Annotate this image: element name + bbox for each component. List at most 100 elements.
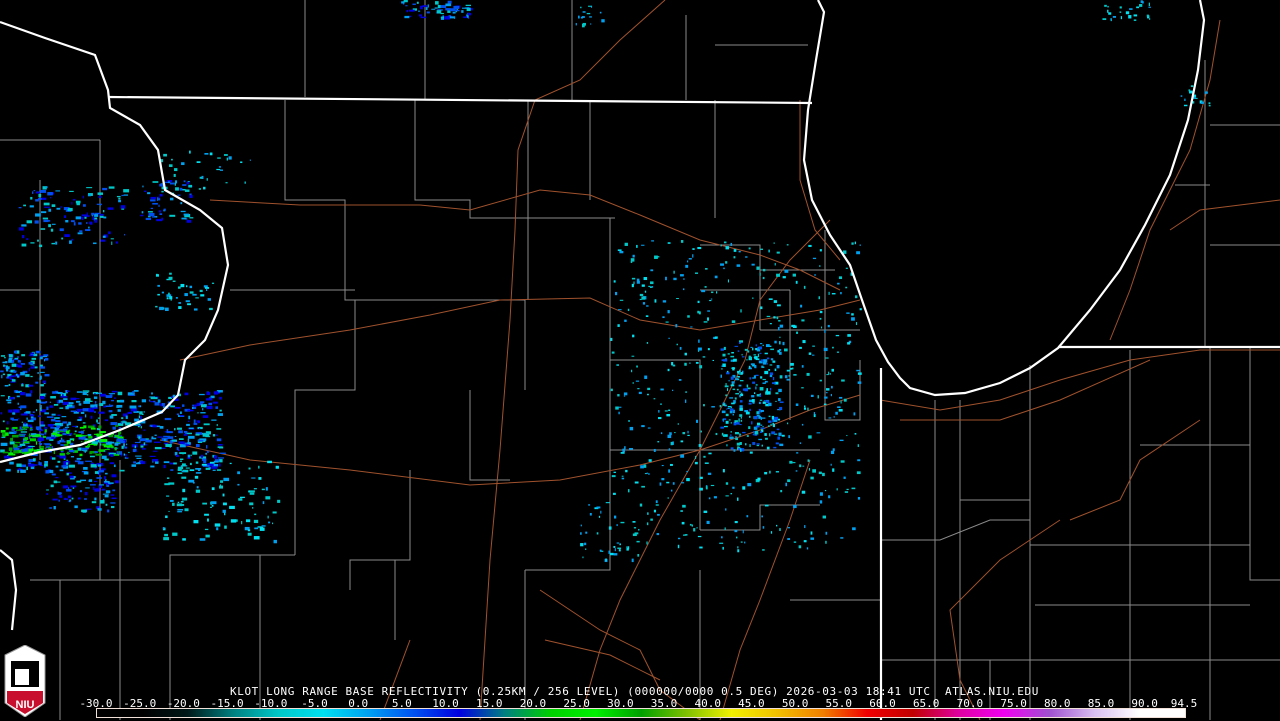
echo-pixel [68, 448, 73, 450]
echo-pixel [749, 444, 751, 448]
echo-pixel [187, 303, 191, 306]
echo-pixel [711, 406, 715, 408]
echo-pixel [673, 277, 677, 281]
echo-pixel [202, 433, 210, 437]
echo-pixel [643, 464, 647, 468]
echo-pixel [434, 7, 438, 9]
echo-pixel [87, 443, 95, 445]
echo-pixel [812, 469, 817, 473]
echo-pixel [21, 421, 24, 423]
echo-pixel [222, 493, 225, 497]
echo-pixel [736, 497, 739, 501]
echo-pixel [204, 287, 210, 289]
echo-pixel [819, 310, 823, 314]
echo-pixel [699, 487, 703, 491]
echo-pixel [790, 362, 794, 366]
echo-pixel [26, 466, 28, 471]
echo-pixel [765, 344, 770, 348]
echo-pixel [787, 422, 789, 425]
echo-pixel [854, 433, 857, 435]
echo-pixel [801, 387, 804, 389]
echo-pixel [15, 429, 23, 431]
echo-pixel [215, 406, 219, 409]
echo-pixel [159, 306, 164, 311]
radar-map[interactable] [0, 0, 1280, 720]
echo-pixel [134, 441, 140, 444]
echo-pixel [99, 500, 105, 504]
echo-pixel [618, 549, 621, 552]
echo-pixel [17, 375, 20, 378]
echo-pixel [16, 463, 22, 467]
echo-pixel [809, 329, 811, 331]
echo-pixel [59, 228, 64, 232]
echo-pixel [70, 397, 77, 401]
echo-pixel [748, 247, 751, 250]
echo-pixel [778, 388, 782, 393]
echo-pixel [826, 374, 829, 376]
echo-pixel [766, 391, 771, 395]
echo-pixel [124, 233, 126, 236]
echo-pixel [648, 285, 651, 288]
echo-pixel [179, 411, 182, 414]
echo-pixel [1104, 4, 1107, 7]
echo-pixel [707, 310, 711, 312]
echo-pixel [648, 459, 652, 462]
echo-pixel [580, 6, 582, 9]
echo-pixel [735, 437, 738, 441]
echo-pixel [223, 154, 228, 156]
echo-pixel [734, 530, 738, 533]
echo-pixel [776, 273, 780, 277]
echo-pixel [60, 450, 64, 453]
echo-pixel [638, 528, 640, 531]
echo-pixel [582, 11, 586, 13]
echo-pixel [182, 404, 185, 407]
echo-pixel [222, 509, 226, 513]
echo-pixel [623, 395, 626, 397]
echo-pixel [97, 392, 103, 394]
echo-pixel [88, 435, 93, 439]
echo-pixel [27, 419, 34, 423]
echo-pixel [69, 434, 72, 436]
echo-pixel [776, 251, 780, 254]
echo-pixel [751, 395, 755, 398]
echo-pixel [147, 192, 151, 195]
echo-pixel [731, 351, 734, 354]
echo-pixel [819, 249, 822, 252]
echo-pixel [62, 433, 67, 436]
echo-pixel [766, 357, 770, 360]
echo-pixel [188, 479, 195, 483]
echo-pixel [806, 372, 810, 376]
echo-pixel [683, 534, 687, 536]
echo-pixel [691, 524, 693, 527]
echo-pixel [699, 546, 703, 549]
echo-pixel [618, 406, 622, 408]
echo-pixel [117, 423, 124, 426]
echo-pixel [185, 444, 189, 446]
echo-pixel [655, 500, 658, 504]
echo-pixel [81, 435, 88, 437]
echo-pixel [779, 528, 781, 531]
echo-pixel [857, 372, 862, 375]
echo-pixel [105, 472, 108, 475]
echo-pixel [7, 421, 9, 425]
echo-pixel [30, 390, 33, 394]
lake-michigan-shore-west [802, 0, 1206, 397]
echo-pixel [55, 481, 61, 483]
echo-pixel [1180, 95, 1183, 97]
echo-pixel [636, 540, 640, 543]
echo-pixel [759, 272, 761, 276]
echo-pixel [183, 180, 186, 183]
echo-pixel [140, 426, 142, 429]
echo-pixel [222, 502, 227, 506]
echo-pixel [632, 254, 635, 258]
echo-pixel [646, 472, 649, 474]
echo-pixel [758, 438, 763, 441]
echo-pixel [69, 475, 74, 479]
echo-pixel [56, 207, 61, 210]
echo-pixel [730, 422, 733, 424]
echo-pixel [636, 278, 640, 282]
echo-pixel [116, 438, 124, 442]
echo-pixel [239, 496, 245, 499]
echo-pixel [10, 375, 15, 378]
echo-pixel [82, 391, 87, 396]
